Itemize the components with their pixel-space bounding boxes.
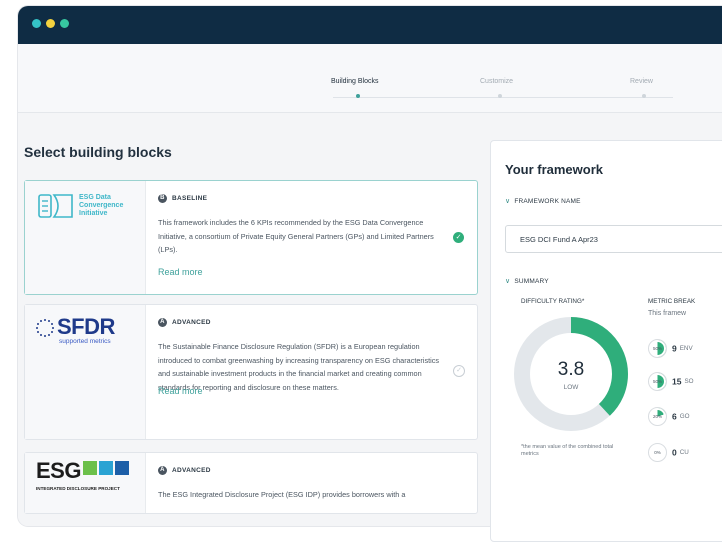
metric-pct-badge: 50%: [648, 339, 667, 358]
framework-name-input[interactable]: ESG DCI Fund A Apr23: [505, 225, 722, 253]
difficulty-level: LOW: [563, 384, 579, 391]
chevron-down-icon: ∨: [505, 198, 511, 205]
metric-count: 6: [672, 411, 677, 422]
esg-people-icon: [99, 461, 113, 475]
read-more-link[interactable]: Read more: [158, 386, 203, 396]
step-dot-active: [356, 94, 360, 98]
unselected-check-icon[interactable]: ✓: [453, 365, 465, 377]
sfdr-logo-text: SFDR: [57, 314, 115, 339]
metric-count: 9: [672, 343, 677, 354]
card-logo-area: SFDR supported metrics: [25, 305, 146, 439]
tag-letter-badge: B: [158, 194, 167, 203]
card-tag: A ADVANCED: [158, 466, 211, 475]
window-dot-2[interactable]: [46, 19, 55, 28]
metric-row-environment: 50% 9 ENV: [648, 339, 693, 358]
building-block-card-edci[interactable]: ESG Data Convergence Initiative B BASELIN…: [24, 180, 478, 295]
metric-label: CU: [679, 449, 689, 456]
framework-panel: Your framework ∨ FRAMEWORK NAME ESG DCI F…: [490, 140, 722, 542]
section-label: SUMMARY: [514, 278, 549, 285]
window-dot-1[interactable]: [32, 19, 41, 28]
tag-letter-badge: A: [158, 318, 167, 327]
panel-title: Your framework: [505, 162, 604, 177]
esg-building-icon: [115, 461, 129, 475]
tag-letter-badge: A: [158, 466, 167, 475]
building-block-card-esg-idp[interactable]: ESG INTEGRATED DISCLOSURE PROJECT A ADVAN…: [24, 452, 478, 514]
summary-toggle[interactable]: ∨ SUMMARY: [505, 277, 549, 285]
edci-logo-line: ESG Data: [79, 194, 111, 201]
metric-breakdown-subtext: This framew: [648, 310, 687, 317]
edci-logo-text: ESG Data Convergence Initiative: [79, 194, 123, 218]
edci-logo-line: Initiative: [79, 210, 108, 217]
difficulty-value: 3.8: [557, 359, 585, 380]
progress-stepper: Building Blocks Customize Review: [18, 44, 722, 113]
metric-row-custom: 0% 0 CU: [648, 443, 689, 462]
esg-idp-logo-text: ESG: [36, 458, 81, 483]
metric-label: GO: [679, 413, 690, 420]
step-review[interactable]: Review: [630, 78, 653, 85]
metric-breakdown-label: METRIC BREAK: [648, 298, 696, 305]
metric-row-social: 50% 15 SO: [648, 372, 694, 391]
difficulty-footnote: *the mean value of the combined total me…: [521, 444, 614, 457]
page-title: Select building blocks: [24, 144, 172, 160]
tag-label: ADVANCED: [172, 467, 211, 475]
step-dot-review: [642, 94, 646, 98]
metric-count: 0: [672, 447, 677, 458]
card-tag: B BASELINE: [158, 194, 207, 203]
esg-idp-icons: [83, 461, 97, 475]
sfdr-logo-subtext: supported metrics: [59, 338, 111, 345]
metric-pct-badge: 20%: [648, 407, 667, 426]
framework-name-toggle[interactable]: ∨ FRAMEWORK NAME: [505, 197, 581, 205]
metric-pct-badge: 0%: [648, 443, 667, 462]
card-description: The ESG Integrated Disclosure Project (E…: [158, 490, 406, 499]
section-label: FRAMEWORK NAME: [514, 198, 581, 205]
step-building-blocks[interactable]: Building Blocks: [331, 78, 378, 85]
tag-label: ADVANCED: [172, 319, 211, 327]
step-dot-customize: [498, 94, 502, 98]
card-logo-area: ESG Data Convergence Initiative: [25, 181, 146, 294]
building-block-card-sfdr[interactable]: SFDR supported metrics A ADVANCED The Sus…: [24, 304, 478, 440]
difficulty-label: DIFFICULTY RATING*: [521, 298, 585, 305]
card-description: This framework includes the 6 KPIs recom…: [158, 218, 434, 254]
metric-row-governance: 20% 6 GO: [648, 407, 690, 426]
eu-stars-icon: [36, 319, 54, 337]
chevron-down-icon: ∨: [505, 278, 511, 285]
card-tag: A ADVANCED: [158, 318, 211, 327]
tag-label: BASELINE: [172, 195, 208, 203]
edci-logo-icon: [38, 194, 73, 218]
esg-idp-logo-subtext: INTEGRATED DISCLOSURE PROJECT: [36, 486, 120, 491]
metric-label: SO: [684, 378, 694, 385]
step-customize[interactable]: Customize: [480, 78, 513, 85]
title-bar: [18, 6, 722, 44]
window-dot-3[interactable]: [60, 19, 69, 28]
card-logo-area: ESG INTEGRATED DISCLOSURE PROJECT: [25, 453, 146, 513]
stepper-track: [333, 97, 673, 98]
metric-label: ENV: [679, 345, 693, 352]
read-more-link[interactable]: Read more: [158, 267, 203, 277]
metric-count: 15: [672, 376, 682, 387]
selected-check-icon[interactable]: ✓: [453, 232, 464, 243]
metric-pct-badge: 50%: [648, 372, 667, 391]
edci-logo-line: Convergence: [79, 202, 124, 209]
